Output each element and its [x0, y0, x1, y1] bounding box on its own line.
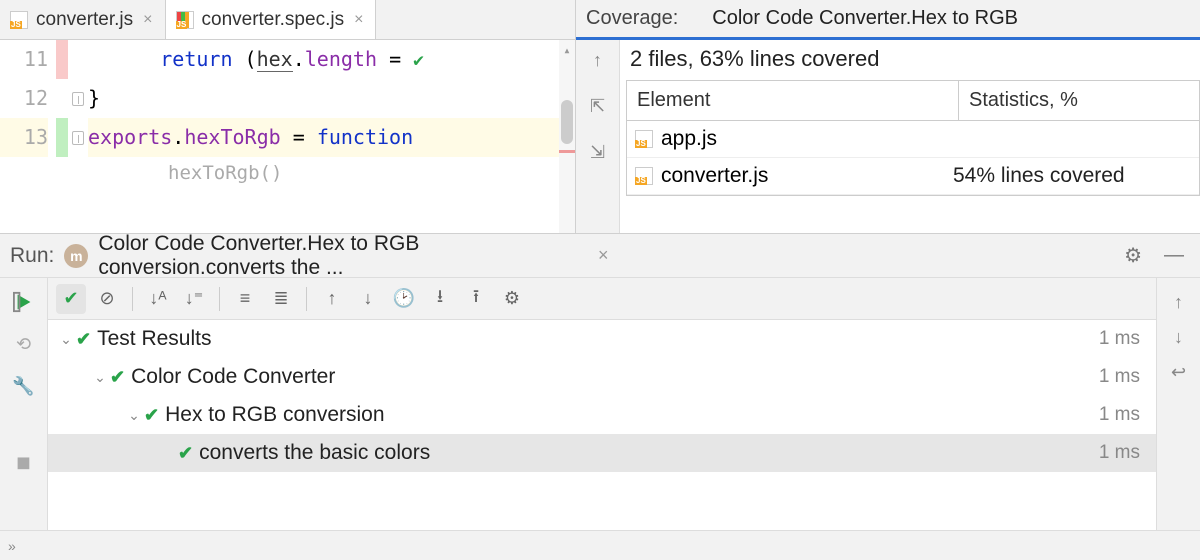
tree-row[interactable]: ⌄ ✔ Color Code Converter 1 ms	[48, 358, 1156, 396]
more-icon[interactable]: »	[8, 538, 16, 554]
editor-body[interactable]: 11 12 13 return (hex.length = ✔ } export…	[0, 40, 575, 233]
line-number: 12	[0, 79, 48, 118]
fold-column	[68, 40, 88, 233]
settings-wrench-icon[interactable]: 🔧	[10, 372, 38, 400]
soft-wrap-icon[interactable]: ↩	[1171, 362, 1186, 383]
tab-converter-js[interactable]: converter.js ×	[0, 0, 166, 39]
js-file-icon	[635, 130, 653, 148]
tree-row[interactable]: ⌄ ✔ Hex to RGB conversion 1 ms	[48, 396, 1156, 434]
editor-pane: converter.js × converter.spec.js × 11 12…	[0, 0, 576, 233]
chevron-down-icon[interactable]: ⌄	[90, 369, 110, 386]
scroll-up-icon[interactable]: ▴	[559, 40, 575, 60]
inline-check-icon: ✔	[413, 50, 424, 71]
run-panel: Run: m Color Code Converter.Hex to RGB c…	[0, 234, 1200, 560]
close-icon[interactable]: ×	[594, 245, 613, 266]
run-config-name: Color Code Converter.Hex to RGB conversi…	[98, 232, 584, 280]
coverage-config-name: Color Code Converter.Hex to RGB	[692, 7, 1018, 30]
stop-icon[interactable]: ◼	[10, 448, 38, 476]
coverage-marker-column	[56, 40, 68, 233]
coverage-table: Element Statistics, % app.js converter.j…	[626, 80, 1200, 196]
tab-converter-spec-js[interactable]: converter.spec.js ×	[166, 0, 377, 39]
test-settings-icon[interactable]: ⚙	[497, 284, 527, 314]
gear-icon[interactable]: ⚙	[1118, 243, 1148, 268]
show-passed-icon[interactable]: ✔	[56, 284, 86, 314]
coverage-covered-marker	[56, 118, 68, 157]
rerun-with-coverage-icon[interactable]	[10, 288, 38, 316]
run-label: Run:	[10, 244, 54, 268]
collapse-all-icon[interactable]: ≣	[266, 284, 296, 314]
test-toolbar: ✔ ⊘ ↓ᴬ ↓⁼ ≡ ≣ ↑ ↓ 🕑 ⭳ ⭱ ⚙	[48, 278, 1156, 320]
chevron-down-icon[interactable]: ⌄	[124, 407, 144, 424]
coverage-header: Coverage: Color Code Converter.Hex to RG…	[576, 0, 1200, 40]
coverage-summary: 2 files, 63% lines covered	[620, 40, 1200, 78]
pass-check-icon: ✔	[144, 405, 159, 426]
coverage-row[interactable]: converter.js 54% lines covered	[627, 158, 1199, 195]
chevron-down-icon[interactable]: ⌄	[56, 331, 76, 348]
run-left-toolbar: ⟲ 🔧 ◼	[0, 278, 48, 530]
import-icon[interactable]: ⭳	[425, 284, 455, 314]
code-content[interactable]: return (hex.length = ✔ } exports.hexToRg…	[88, 40, 575, 233]
tree-row[interactable]: ✔ converts the basic colors 1 ms	[48, 434, 1156, 472]
export-icon[interactable]: ⭱	[461, 284, 491, 314]
editor-scrollbar[interactable]: ▴	[559, 40, 575, 233]
line-number: 11	[0, 40, 48, 79]
js-file-icon	[10, 11, 28, 29]
toggle-auto-test-icon[interactable]: ⟲	[10, 330, 38, 358]
coverage-side-toolbar: ↑ ⇱ ⇲	[576, 40, 620, 233]
history-icon[interactable]: 🕑	[389, 284, 419, 314]
scroll-up-icon[interactable]: ↑	[1174, 292, 1183, 313]
tree-row[interactable]: ⌄ ✔ Test Results 1 ms	[48, 320, 1156, 358]
pass-check-icon: ✔	[110, 367, 125, 388]
scrollbar-error-mark[interactable]	[559, 150, 575, 153]
coverage-pane: Coverage: Color Code Converter.Hex to RG…	[576, 0, 1200, 233]
fold-handle-icon[interactable]	[72, 92, 84, 106]
sort-duration-icon[interactable]: ↓⁼	[179, 284, 209, 314]
coverage-uncovered-marker	[56, 40, 68, 79]
next-failed-icon[interactable]: ↓	[353, 284, 383, 314]
coverage-title-label: Coverage:	[586, 7, 678, 30]
mocha-badge-icon: m	[64, 244, 88, 268]
sort-alpha-icon[interactable]: ↓ᴬ	[143, 284, 173, 314]
js-file-icon	[635, 167, 653, 185]
test-tree[interactable]: ⌄ ✔ Test Results 1 ms ⌄ ✔ Color Code Con…	[48, 320, 1156, 530]
scrollbar-thumb[interactable]	[561, 100, 573, 144]
scroll-down-icon[interactable]: ↓	[1174, 327, 1183, 348]
flatten-up-icon[interactable]: ⇱	[584, 92, 612, 120]
js-spec-file-icon	[176, 11, 194, 29]
tab-label: converter.spec.js	[202, 9, 345, 31]
close-icon[interactable]: ×	[352, 11, 365, 29]
column-header-statistics[interactable]: Statistics, %	[959, 81, 1199, 120]
pass-check-icon: ✔	[178, 443, 193, 464]
close-icon[interactable]: ×	[141, 11, 154, 29]
show-ignored-icon[interactable]: ⊘	[92, 284, 122, 314]
prev-failed-icon[interactable]: ↑	[317, 284, 347, 314]
flatten-down-icon[interactable]: ⇲	[584, 138, 612, 166]
fold-handle-icon[interactable]	[72, 131, 84, 145]
pass-check-icon: ✔	[76, 329, 91, 350]
expand-all-icon[interactable]: ≡	[230, 284, 260, 314]
column-header-element[interactable]: Element	[627, 81, 959, 120]
line-number: 13	[0, 118, 48, 157]
arrow-up-icon[interactable]: ↑	[584, 46, 612, 74]
minimize-icon[interactable]: —	[1158, 244, 1190, 267]
run-right-toolbar: ↑ ↓ ↩	[1156, 278, 1200, 530]
parameter-hint: hexToRgb()	[88, 157, 575, 189]
line-gutter: 11 12 13	[0, 40, 56, 233]
tab-label: converter.js	[36, 9, 133, 31]
bottom-strip: »	[0, 530, 1200, 560]
coverage-row[interactable]: app.js	[627, 121, 1199, 158]
run-header: Run: m Color Code Converter.Hex to RGB c…	[0, 234, 1200, 278]
editor-tabs: converter.js × converter.spec.js ×	[0, 0, 575, 40]
